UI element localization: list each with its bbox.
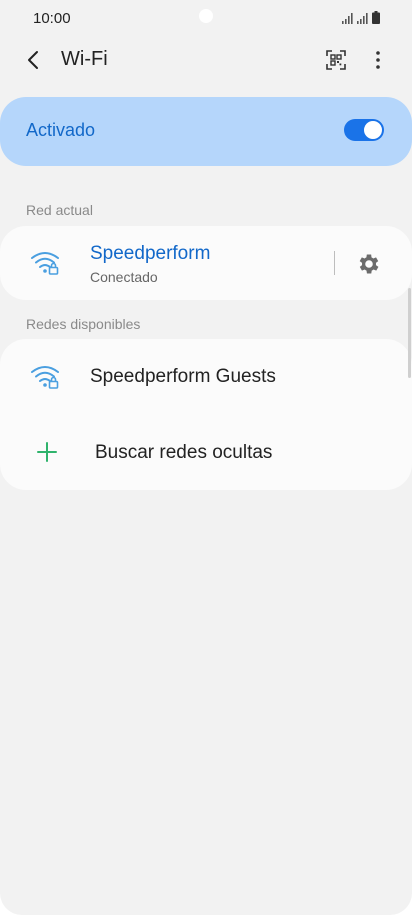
network-name: Speedperform Guests bbox=[90, 366, 276, 387]
system-icons bbox=[342, 11, 380, 24]
wifi-settings-screen: 10:00 Wi-Fi Activado Red actual Speedper… bbox=[0, 0, 412, 915]
app-header: Wi-Fi bbox=[0, 36, 412, 84]
wifi-toggle-label: Activado bbox=[26, 120, 96, 140]
network-list-item[interactable]: Speedperform Guests bbox=[0, 339, 412, 415]
current-network-section-label: Red actual bbox=[26, 202, 93, 218]
available-networks-card: Speedperform Guests Buscar redes ocultas bbox=[0, 339, 412, 490]
wifi-lock-icon bbox=[31, 366, 59, 389]
plus-icon bbox=[37, 442, 57, 462]
status-bar: 10:00 bbox=[0, 0, 412, 36]
current-network-card: Speedperform Conectado bbox=[0, 226, 412, 300]
signal-icon bbox=[342, 13, 353, 24]
available-networks-section-label: Redes disponibles bbox=[26, 316, 141, 332]
divider bbox=[334, 251, 335, 275]
add-hidden-network-label: Buscar redes ocultas bbox=[95, 442, 273, 463]
wifi-lock-icon bbox=[31, 252, 59, 275]
current-network-status: Conectado bbox=[90, 269, 158, 285]
front-camera bbox=[199, 9, 213, 23]
more-vertical-icon[interactable] bbox=[366, 48, 390, 72]
scrollbar[interactable] bbox=[408, 288, 411, 378]
switch-knob bbox=[363, 120, 383, 140]
settings-gear-icon[interactable] bbox=[356, 251, 382, 277]
current-network-name[interactable]: Speedperform bbox=[90, 243, 210, 265]
back-arrow-icon[interactable] bbox=[22, 48, 46, 72]
battery-icon bbox=[372, 11, 380, 24]
signal-icon bbox=[357, 13, 368, 24]
add-hidden-network-item[interactable]: Buscar redes ocultas bbox=[0, 415, 412, 490]
status-time: 10:00 bbox=[33, 10, 71, 27]
wifi-toggle-switch[interactable] bbox=[344, 119, 384, 141]
wifi-toggle-card[interactable]: Activado bbox=[0, 97, 412, 166]
qr-code-icon[interactable] bbox=[324, 48, 348, 72]
page-title: Wi-Fi bbox=[61, 48, 108, 70]
